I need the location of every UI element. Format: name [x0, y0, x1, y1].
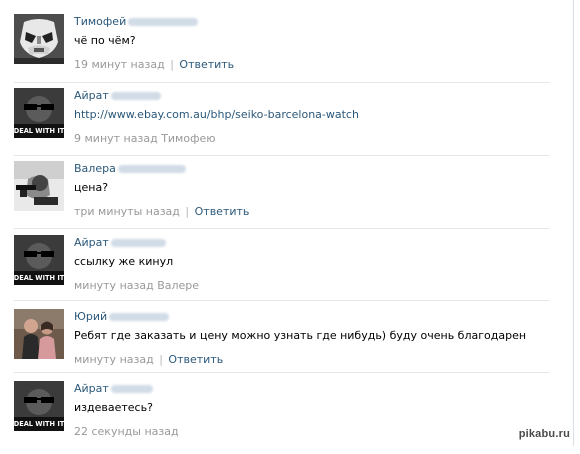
blurred-surname — [117, 165, 186, 173]
timestamp[interactable]: 9 минут назад — [74, 132, 158, 145]
watermark: pikabu.ru — [518, 428, 570, 440]
blurred-surname — [110, 385, 153, 393]
author-name[interactable]: Валера — [74, 162, 116, 175]
reply-button[interactable]: Ответить — [195, 205, 250, 218]
comment-text: Ребят где заказать и цену можно узнать г… — [74, 329, 527, 342]
comment-text: ссылку же кинул — [74, 255, 174, 268]
avatar[interactable]: DEAL WITH IT — [14, 235, 64, 285]
comment-item: DEAL WITH IT Айрат издеваетесь? 22 секун… — [14, 381, 550, 454]
blurred-surname — [110, 239, 166, 247]
comment-text: издеваетесь? — [74, 401, 153, 414]
author-name[interactable]: Айрат — [74, 382, 109, 395]
deal-with-it-icon: DEAL WITH IT — [14, 88, 64, 138]
avatar[interactable] — [14, 161, 64, 211]
separator: | — [170, 58, 174, 71]
couple-photo-icon — [14, 309, 64, 359]
comment-item: DEAL WITH IT Айрат http://www.ebay.com.a… — [14, 88, 550, 161]
author-name[interactable]: Айрат — [74, 236, 109, 249]
timestamp[interactable]: 19 минут назад — [74, 58, 165, 71]
blurred-surname — [109, 313, 170, 321]
comment-item: DEAL WITH IT Айрат ссылку же кинул минут… — [14, 235, 550, 308]
avatar[interactable] — [14, 14, 64, 64]
stormtrooper-helmet-icon — [14, 14, 64, 64]
comment-text: чё по чём? — [74, 34, 136, 47]
author-name[interactable]: Юрий — [74, 310, 107, 323]
comment-item: Валера цена? три минуты назад | Ответить — [14, 161, 550, 234]
separator: | — [159, 353, 163, 366]
divider — [14, 82, 550, 83]
divider — [14, 155, 550, 156]
timestamp[interactable]: три минуты назад — [74, 205, 180, 218]
avatar[interactable] — [14, 309, 64, 359]
deal-text: DEAL WITH IT — [14, 274, 64, 282]
divider — [14, 300, 550, 301]
person-with-gun-icon — [14, 161, 64, 211]
timestamp[interactable]: минуту назад — [74, 279, 154, 292]
divider — [14, 228, 550, 229]
right-border — [573, 0, 574, 446]
blurred-surname — [110, 92, 161, 100]
avatar[interactable]: DEAL WITH IT — [14, 381, 64, 431]
reply-button[interactable]: Ответить — [168, 353, 223, 366]
reply-button[interactable]: Ответить — [179, 58, 234, 71]
author-name[interactable]: Тимофей — [74, 15, 126, 28]
comment-link[interactable]: http://www.ebay.com.au/bhp/seiko-barcelo… — [74, 108, 544, 122]
timestamp[interactable]: 22 секунды назад — [74, 425, 179, 438]
divider — [14, 372, 550, 373]
comment-item: Тимофей чё по чём? 19 минут назад | Отве… — [14, 14, 550, 87]
deal-text: DEAL WITH IT — [14, 420, 64, 428]
author-name[interactable]: Айрат — [74, 89, 109, 102]
separator: | — [185, 205, 190, 218]
deal-with-it-icon: DEAL WITH IT — [14, 381, 64, 431]
avatar[interactable]: DEAL WITH IT — [14, 88, 64, 138]
blurred-surname — [128, 18, 199, 26]
deal-with-it-icon: DEAL WITH IT — [14, 235, 64, 285]
comment-text: цена? — [74, 181, 109, 194]
timestamp[interactable]: минуту назад — [74, 353, 154, 366]
reply-to-name[interactable]: Тимофею — [161, 132, 215, 145]
deal-text: DEAL WITH IT — [14, 127, 64, 135]
reply-to-name[interactable]: Валере — [157, 279, 199, 292]
